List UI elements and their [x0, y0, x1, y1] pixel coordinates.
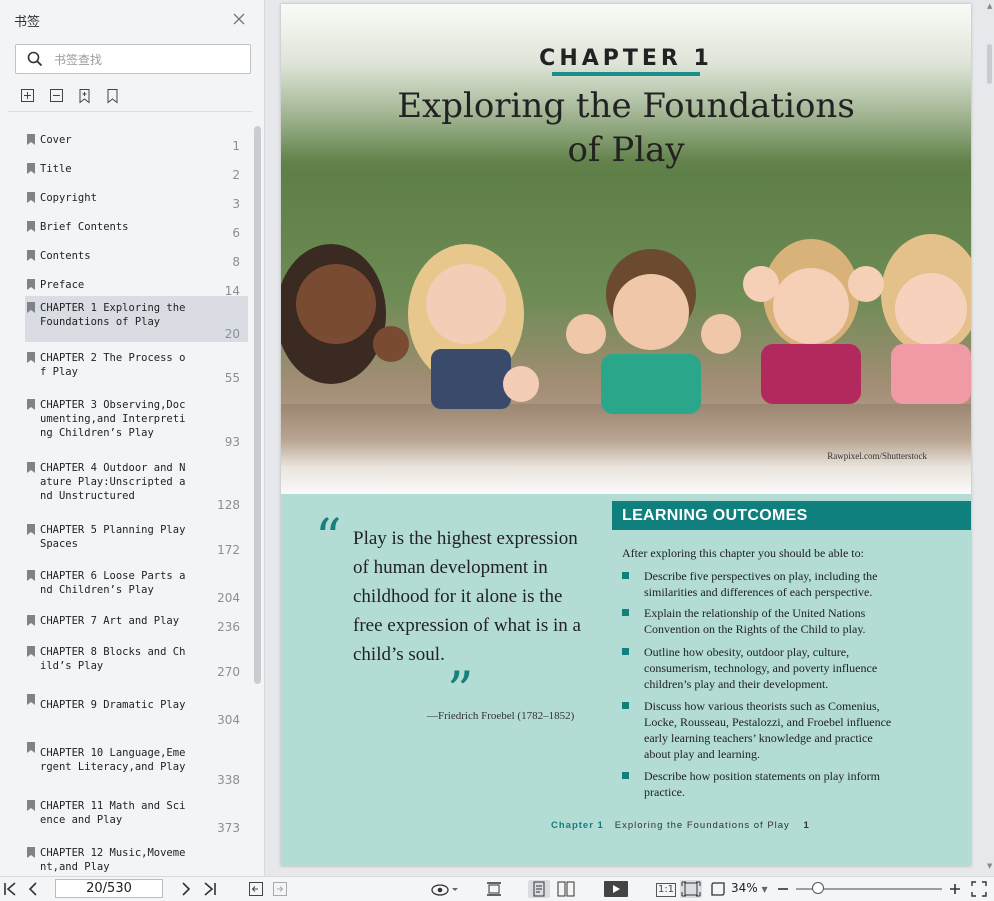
- back-view-icon[interactable]: [248, 880, 264, 898]
- sidebar-scrollbar[interactable]: [254, 126, 261, 684]
- bookmark-item[interactable]: CHAPTER 11 Math and Science and Play 373: [25, 794, 248, 836]
- bookmark-list: Cover 1 Title 2 Copyright 3 Brief Conten…: [0, 122, 252, 876]
- bookmark-item[interactable]: Copyright 3: [25, 186, 248, 212]
- children-photo: [281, 234, 971, 414]
- bookmark-item[interactable]: CHAPTER 7 Art and Play 236: [25, 609, 248, 635]
- bookmark-flag-icon: [27, 163, 35, 174]
- bookmark-item[interactable]: CHAPTER 5 Planning Play Spaces 172: [25, 518, 248, 558]
- search-input[interactable]: [52, 49, 246, 71]
- actual-size-button[interactable]: 1:1: [656, 883, 676, 897]
- slideshow-play-icon[interactable]: [603, 880, 629, 898]
- first-page-icon[interactable]: [3, 880, 17, 898]
- fullscreen-icon[interactable]: [970, 880, 988, 898]
- bookmark-item[interactable]: CHAPTER 8 Blocks and Child’s Play 270: [25, 640, 248, 680]
- zoom-level[interactable]: 34% ▼: [731, 881, 768, 895]
- chapter-rule: [552, 72, 700, 76]
- bookmark-flag-icon: [27, 847, 35, 858]
- dropdown-arrow-icon: ▼: [761, 885, 768, 894]
- zoom-out-icon[interactable]: [776, 880, 790, 898]
- scrollbar-thumb[interactable]: [987, 44, 992, 84]
- single-page-icon[interactable]: [528, 880, 550, 898]
- bookmark-item[interactable]: CHAPTER 10 Language,Emergent Literacy,an…: [25, 736, 248, 788]
- forward-view-icon[interactable]: [272, 880, 288, 898]
- quote-attribution: —Friedrich Froebel (1782–1852): [427, 710, 575, 722]
- bookmark-flag-icon: [27, 352, 35, 363]
- document-scrollbar[interactable]: ▲ ▼: [986, 0, 994, 876]
- panel-title: 书签: [14, 15, 41, 30]
- page-footer: Chapter 1 Exploring the Foundations of P…: [551, 820, 810, 831]
- bookmark-item[interactable]: Brief Contents 6: [25, 215, 248, 241]
- photo-credit: Rawpixel.com/Shutterstock: [827, 451, 927, 461]
- bookmark-item[interactable]: CHAPTER 2 The Process of Play 55: [25, 346, 248, 386]
- collapse-all-icon[interactable]: [49, 88, 65, 104]
- bullet-icon: [622, 702, 629, 709]
- learning-outcomes-heading: LEARNING OUTCOMES: [612, 501, 971, 530]
- bookmark-item[interactable]: CHAPTER 3 Observing,Documenting,and Inte…: [25, 393, 248, 450]
- pdf-page: CHAPTER 1 Exploring the Foundations of P…: [281, 4, 971, 866]
- bullet-icon: [622, 772, 629, 779]
- eye-care-icon[interactable]: [430, 880, 458, 898]
- bookmark-item[interactable]: Title 2: [25, 157, 248, 183]
- bookmark-icon[interactable]: [105, 88, 121, 104]
- expand-all-icon[interactable]: [20, 88, 36, 104]
- bookmark-item[interactable]: CHAPTER 6 Loose Parts and Children’s Pla…: [25, 564, 248, 606]
- last-page-icon[interactable]: [203, 880, 217, 898]
- bookmark-search[interactable]: [15, 44, 251, 74]
- scroll-up-icon[interactable]: ▲: [987, 2, 992, 10]
- bookmark-panel: 书签 Cover 1 Title 2 Copyright 3 Brief Con…: [0, 0, 265, 876]
- bookmark-item-selected[interactable]: CHAPTER 1 Exploring the Foundations of P…: [25, 296, 248, 342]
- bookmark-flag-icon: [27, 800, 35, 811]
- bookmark-flag-icon: [27, 742, 35, 753]
- bookmark-flag-icon: [27, 646, 35, 657]
- bookmark-item[interactable]: CHAPTER 9 Dramatic Play 304: [25, 688, 248, 728]
- bookmark-flag-icon: [27, 399, 35, 410]
- next-page-icon[interactable]: [179, 880, 193, 898]
- bookmark-flag-icon: [27, 615, 35, 626]
- zoom-select-icon[interactable]: [709, 880, 727, 898]
- bullet-icon: [622, 572, 629, 579]
- fit-page-icon[interactable]: [680, 880, 702, 898]
- two-page-icon[interactable]: [556, 880, 576, 898]
- scroll-down-icon[interactable]: ▼: [987, 862, 992, 870]
- outcomes-intro: After exploring this chapter you should …: [622, 546, 864, 560]
- bookmark-item[interactable]: Cover 1: [25, 128, 248, 154]
- chapter-label: CHAPTER 1: [539, 46, 713, 71]
- chapter-title: Exploring the Foundations of Play: [397, 86, 855, 170]
- add-bookmark-icon[interactable]: [77, 88, 93, 104]
- chapter-photo: CHAPTER 1 Exploring the Foundations of P…: [281, 4, 971, 494]
- bookmark-flag-icon: [27, 250, 35, 261]
- bookmark-flag-icon: [27, 570, 35, 581]
- page-number-input[interactable]: [55, 879, 163, 898]
- search-icon: [27, 51, 43, 67]
- zoom-slider-handle[interactable]: [811, 882, 824, 894]
- bookmark-flag-icon: [27, 279, 35, 290]
- bookmark-item[interactable]: Contents 8: [25, 244, 248, 270]
- fit-width-icon[interactable]: [486, 880, 502, 898]
- previous-page-icon[interactable]: [26, 880, 40, 898]
- epigraph-quote: Play is the highest expression of human …: [353, 528, 581, 665]
- close-quote-mark: ”: [447, 662, 474, 722]
- bookmark-item[interactable]: CHAPTER 4 Outdoor and Nature Play:Unscri…: [25, 456, 248, 513]
- bookmark-flag-icon: [27, 302, 35, 313]
- bottom-toolbar: 1:1 34% ▼: [0, 876, 994, 901]
- bookmark-flag-icon: [27, 524, 35, 535]
- bookmark-flag-icon: [27, 462, 35, 473]
- bookmark-flag-icon: [27, 134, 35, 145]
- bookmark-flag-icon: [27, 694, 35, 705]
- bookmark-item[interactable]: CHAPTER 12 Music,Movement,and Play 409: [25, 841, 248, 876]
- bookmark-flag-icon: [27, 221, 35, 232]
- divider: [8, 111, 252, 112]
- bullet-icon: [622, 648, 629, 655]
- bookmark-flag-icon: [27, 192, 35, 203]
- zoom-in-icon[interactable]: [948, 880, 962, 898]
- bullet-icon: [622, 609, 629, 616]
- open-quote-mark: “: [315, 509, 342, 569]
- close-icon[interactable]: [231, 11, 247, 27]
